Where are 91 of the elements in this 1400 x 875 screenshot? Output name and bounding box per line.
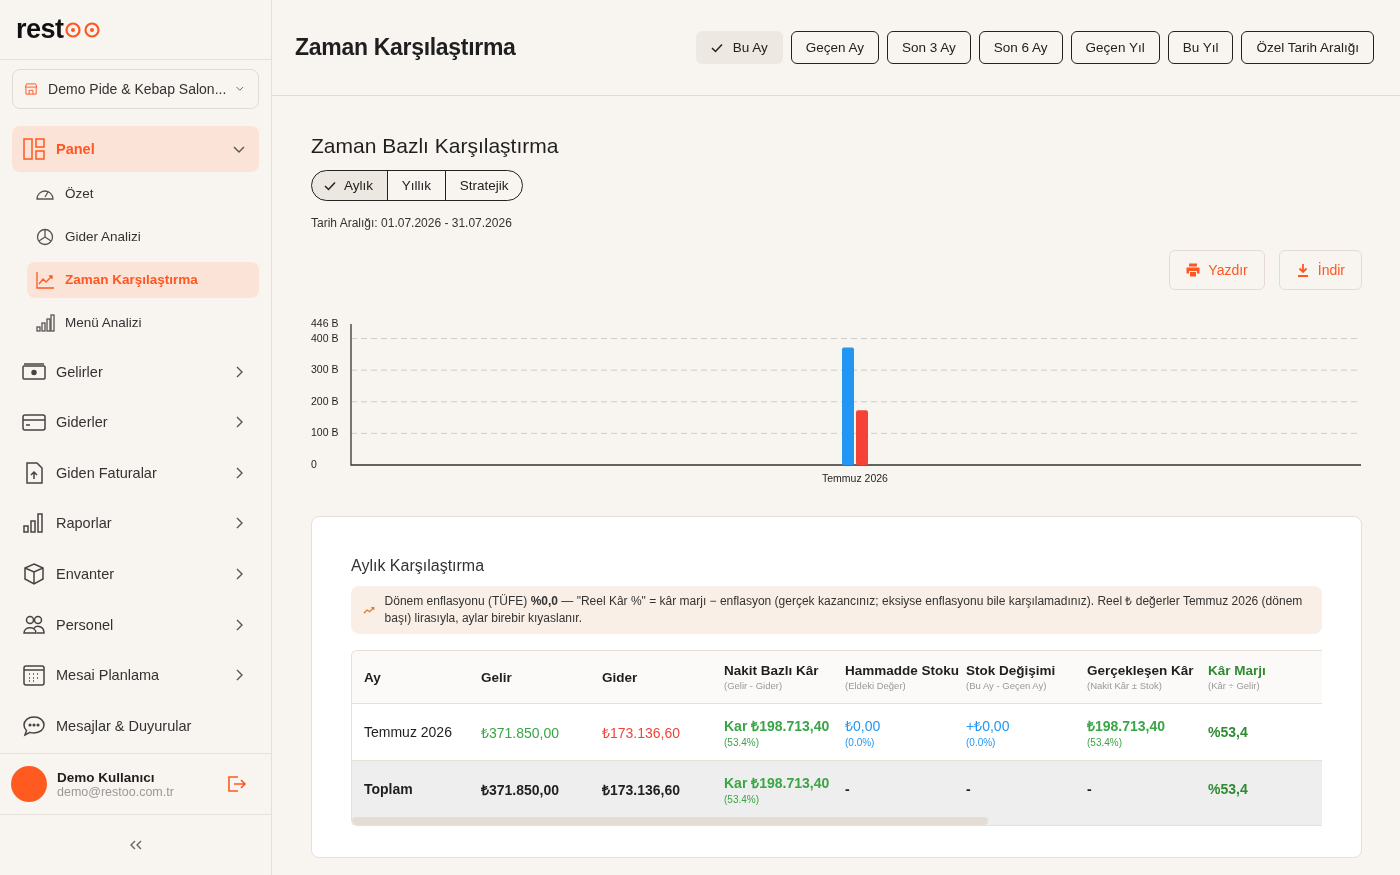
chevron-down-icon: [236, 84, 244, 93]
scrollbar-thumb[interactable]: [352, 817, 988, 825]
nav-subitem[interactable]: Menü Analizi: [27, 304, 259, 341]
user-name: Demo Kullanıcı: [57, 769, 156, 785]
axis-tick-label: 446 B: [311, 317, 339, 329]
column-subheader: (Eldeki Değer): [845, 680, 907, 691]
column-subheader: (Kâr ÷ Gelir): [1208, 680, 1261, 691]
logo-icon: [63, 20, 102, 39]
table-cell-text: %53,4: [1208, 724, 1249, 740]
nav-item[interactable]: Personel: [12, 601, 259, 648]
panel-icon: [22, 136, 46, 161]
axis-tick-label: 100 B: [311, 426, 339, 439]
mode-tab[interactable]: Stratejik: [444, 170, 524, 201]
branch-selector[interactable]: Demo Pide & Kebap Salon...: [12, 68, 259, 109]
nav-item[interactable]: Mesajlar & Duyurular: [12, 702, 259, 749]
logo-text: rest: [16, 13, 64, 45]
box-icon: [22, 561, 46, 586]
nav-item[interactable]: Gelirler: [12, 348, 259, 395]
card-title: Aylık Karşılaştırma: [351, 557, 486, 575]
user-email: demo@restoo.com.tr: [57, 784, 175, 799]
table-cell-text: -: [1087, 781, 1093, 797]
column-header: Ay: [364, 669, 382, 685]
table-cell-text: Toplam: [364, 781, 414, 797]
column-subheader: (Gelir - Gider): [724, 680, 784, 691]
cell-percent: (53.4%): [724, 794, 760, 805]
table-cell-text: -: [966, 781, 972, 797]
column-subheader: (Nakit Kâr ± Stok): [1087, 680, 1163, 691]
nav-item[interactable]: Raporlar: [12, 500, 259, 547]
table-cell-text: %53,4: [1208, 781, 1249, 797]
nav-subitem[interactable]: Özet: [27, 175, 259, 212]
axis-tick-label: Temmuz 2026: [821, 472, 889, 484]
date-range-button[interactable]: Geçen Yıl: [1070, 31, 1160, 64]
date-range-button[interactable]: Geçen Ay: [790, 31, 879, 64]
table-cell-text: Kar ₺198.713,40: [724, 717, 831, 735]
table-cell-text: +₺0,00: [966, 717, 1011, 735]
mode-tab[interactable]: Aylık: [311, 170, 388, 201]
nav-item[interactable]: Giden Faturalar: [12, 449, 259, 496]
pie-chart-icon: [35, 227, 55, 246]
bar-chart-icon: [35, 313, 55, 332]
table-cell-text: ₺371.850,00: [481, 780, 561, 799]
date-range-button[interactable]: Özel Tarih Aralığı: [1241, 31, 1374, 64]
double-chevron-left-icon: [128, 840, 143, 851]
check-icon: [710, 42, 723, 53]
logout-icon: [227, 775, 247, 794]
column-header: Gerçekleşen Kâr: [1087, 663, 1195, 678]
date-range-button[interactable]: Son 3 Ay: [887, 31, 971, 64]
table-cell-text: ₺173.136,60: [602, 780, 682, 799]
table-cell-text: ₺173.136,60: [602, 723, 682, 742]
printer-icon: [1186, 263, 1201, 277]
check-icon: [324, 180, 336, 191]
column-subheader: (Bu Ay - Geçen Ay): [966, 680, 1048, 691]
table-cell-text: ₺198.713,40: [1087, 717, 1167, 735]
nav-subitem[interactable]: Gider Analizi: [27, 218, 259, 255]
section-title: Zaman Bazlı Karşılaştırma: [311, 134, 560, 158]
table-cell-text: Temmuz 2026: [364, 724, 453, 740]
cell-percent: (53.4%): [724, 737, 760, 748]
axis-tick-label: 200 B: [311, 394, 339, 407]
axis-tick-label: 0: [311, 458, 317, 470]
download-icon: [1295, 263, 1310, 277]
cell-percent: (53.4%): [1087, 737, 1123, 748]
calendar-icon: [22, 663, 46, 688]
nav-item[interactable]: Envanter: [12, 550, 259, 597]
chat-icon: [22, 713, 46, 738]
avatar: [11, 766, 47, 803]
table-cell-text: Kar ₺198.713,40: [724, 774, 831, 792]
column-header: Gider: [602, 669, 639, 685]
mode-tab[interactable]: Yıllık: [386, 170, 446, 201]
page-title: Zaman Karşılaştırma: [295, 34, 516, 61]
table-cell-text: -: [845, 781, 851, 797]
date-range-text: Tarih Aralığı: 01.07.2026 - 31.07.2026: [311, 216, 513, 230]
column-header: Gelir: [481, 669, 513, 685]
date-range-button[interactable]: Bu Ay: [695, 31, 783, 64]
bar-chart-icon: [22, 511, 46, 536]
trend-chart-icon: [35, 270, 55, 289]
nav-item[interactable]: Mesai Planlama: [12, 652, 259, 699]
table-cell-text: ₺0,00: [845, 717, 882, 735]
column-header: Nakit Bazlı Kâr: [724, 663, 820, 678]
column-header: Stok Değişimi: [966, 663, 1057, 678]
cell-percent: (0.0%): [966, 737, 997, 748]
date-range-button[interactable]: Son 6 Ay: [978, 31, 1063, 64]
nav-item[interactable]: Giderler: [12, 399, 259, 446]
cell-percent: (0.0%): [845, 737, 876, 748]
table-cell-text: ₺371.850,00: [481, 723, 561, 742]
column-header: Hammadde Stoku: [845, 663, 961, 678]
chart-bar: [856, 410, 868, 465]
column-header: Kâr Marjı: [1208, 663, 1267, 678]
axis-tick-label: 400 B: [311, 331, 339, 344]
trend-up-icon: [363, 605, 375, 615]
date-range-button[interactable]: Bu Yıl: [1167, 31, 1234, 64]
axis-tick-label: 300 B: [311, 363, 339, 376]
note-text: Dönem enflasyonu (TÜFE) %0,0 — "Reel Kâr %" = kâr marjı − enflasyon (gerçek kazancınız; eksiyse enflasyonu bile karşılamadınız). Reel ₺ değerler Temmuz 2026 (dönem başı) lirasıyla, aylar birebir kıyaslanır.: [384, 593, 1304, 627]
